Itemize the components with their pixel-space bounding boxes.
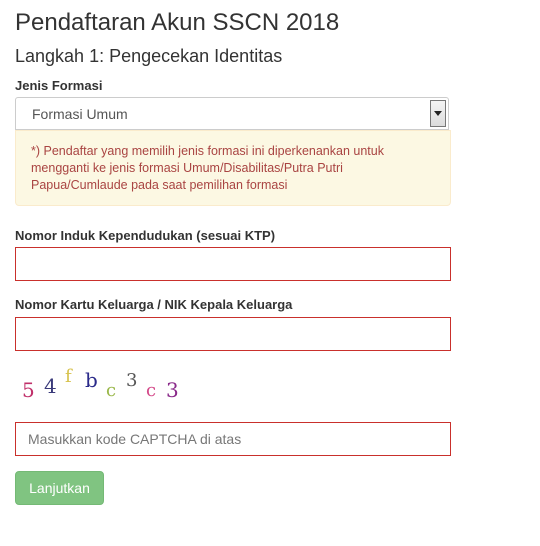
continue-button[interactable]: Lanjutkan xyxy=(15,471,104,505)
nik-input[interactable] xyxy=(15,247,451,281)
page-title: Pendaftaran Akun SSCN 2018 xyxy=(15,9,340,36)
formasi-label: Jenis Formasi xyxy=(15,78,103,93)
formasi-note-alert: *) Pendaftar yang memilih jenis formasi … xyxy=(15,130,451,206)
captcha-char: c xyxy=(146,380,157,401)
formasi-select-value: Formasi Umum xyxy=(32,106,128,122)
formasi-select[interactable]: Formasi Umum xyxy=(15,97,449,130)
captcha-char: 3 xyxy=(126,370,138,391)
kk-input[interactable] xyxy=(15,317,451,351)
captcha-image: 5 4 f b c 3 c 3 xyxy=(22,364,192,404)
chevron-down-icon[interactable] xyxy=(430,100,446,127)
captcha-char: f xyxy=(65,366,72,387)
kk-label: Nomor Kartu Keluarga / NIK Kepala Keluar… xyxy=(15,297,293,312)
captcha-char: 3 xyxy=(166,378,179,402)
nik-label: Nomor Induk Kependudukan (sesuai KTP) xyxy=(15,228,276,243)
captcha-char: 4 xyxy=(44,374,57,398)
captcha-char: 5 xyxy=(22,378,35,402)
captcha-char: b xyxy=(85,368,98,392)
captcha-char: c xyxy=(106,380,117,401)
captcha-input[interactable] xyxy=(15,422,451,456)
step-title: Langkah 1: Pengecekan Identitas xyxy=(15,46,283,66)
